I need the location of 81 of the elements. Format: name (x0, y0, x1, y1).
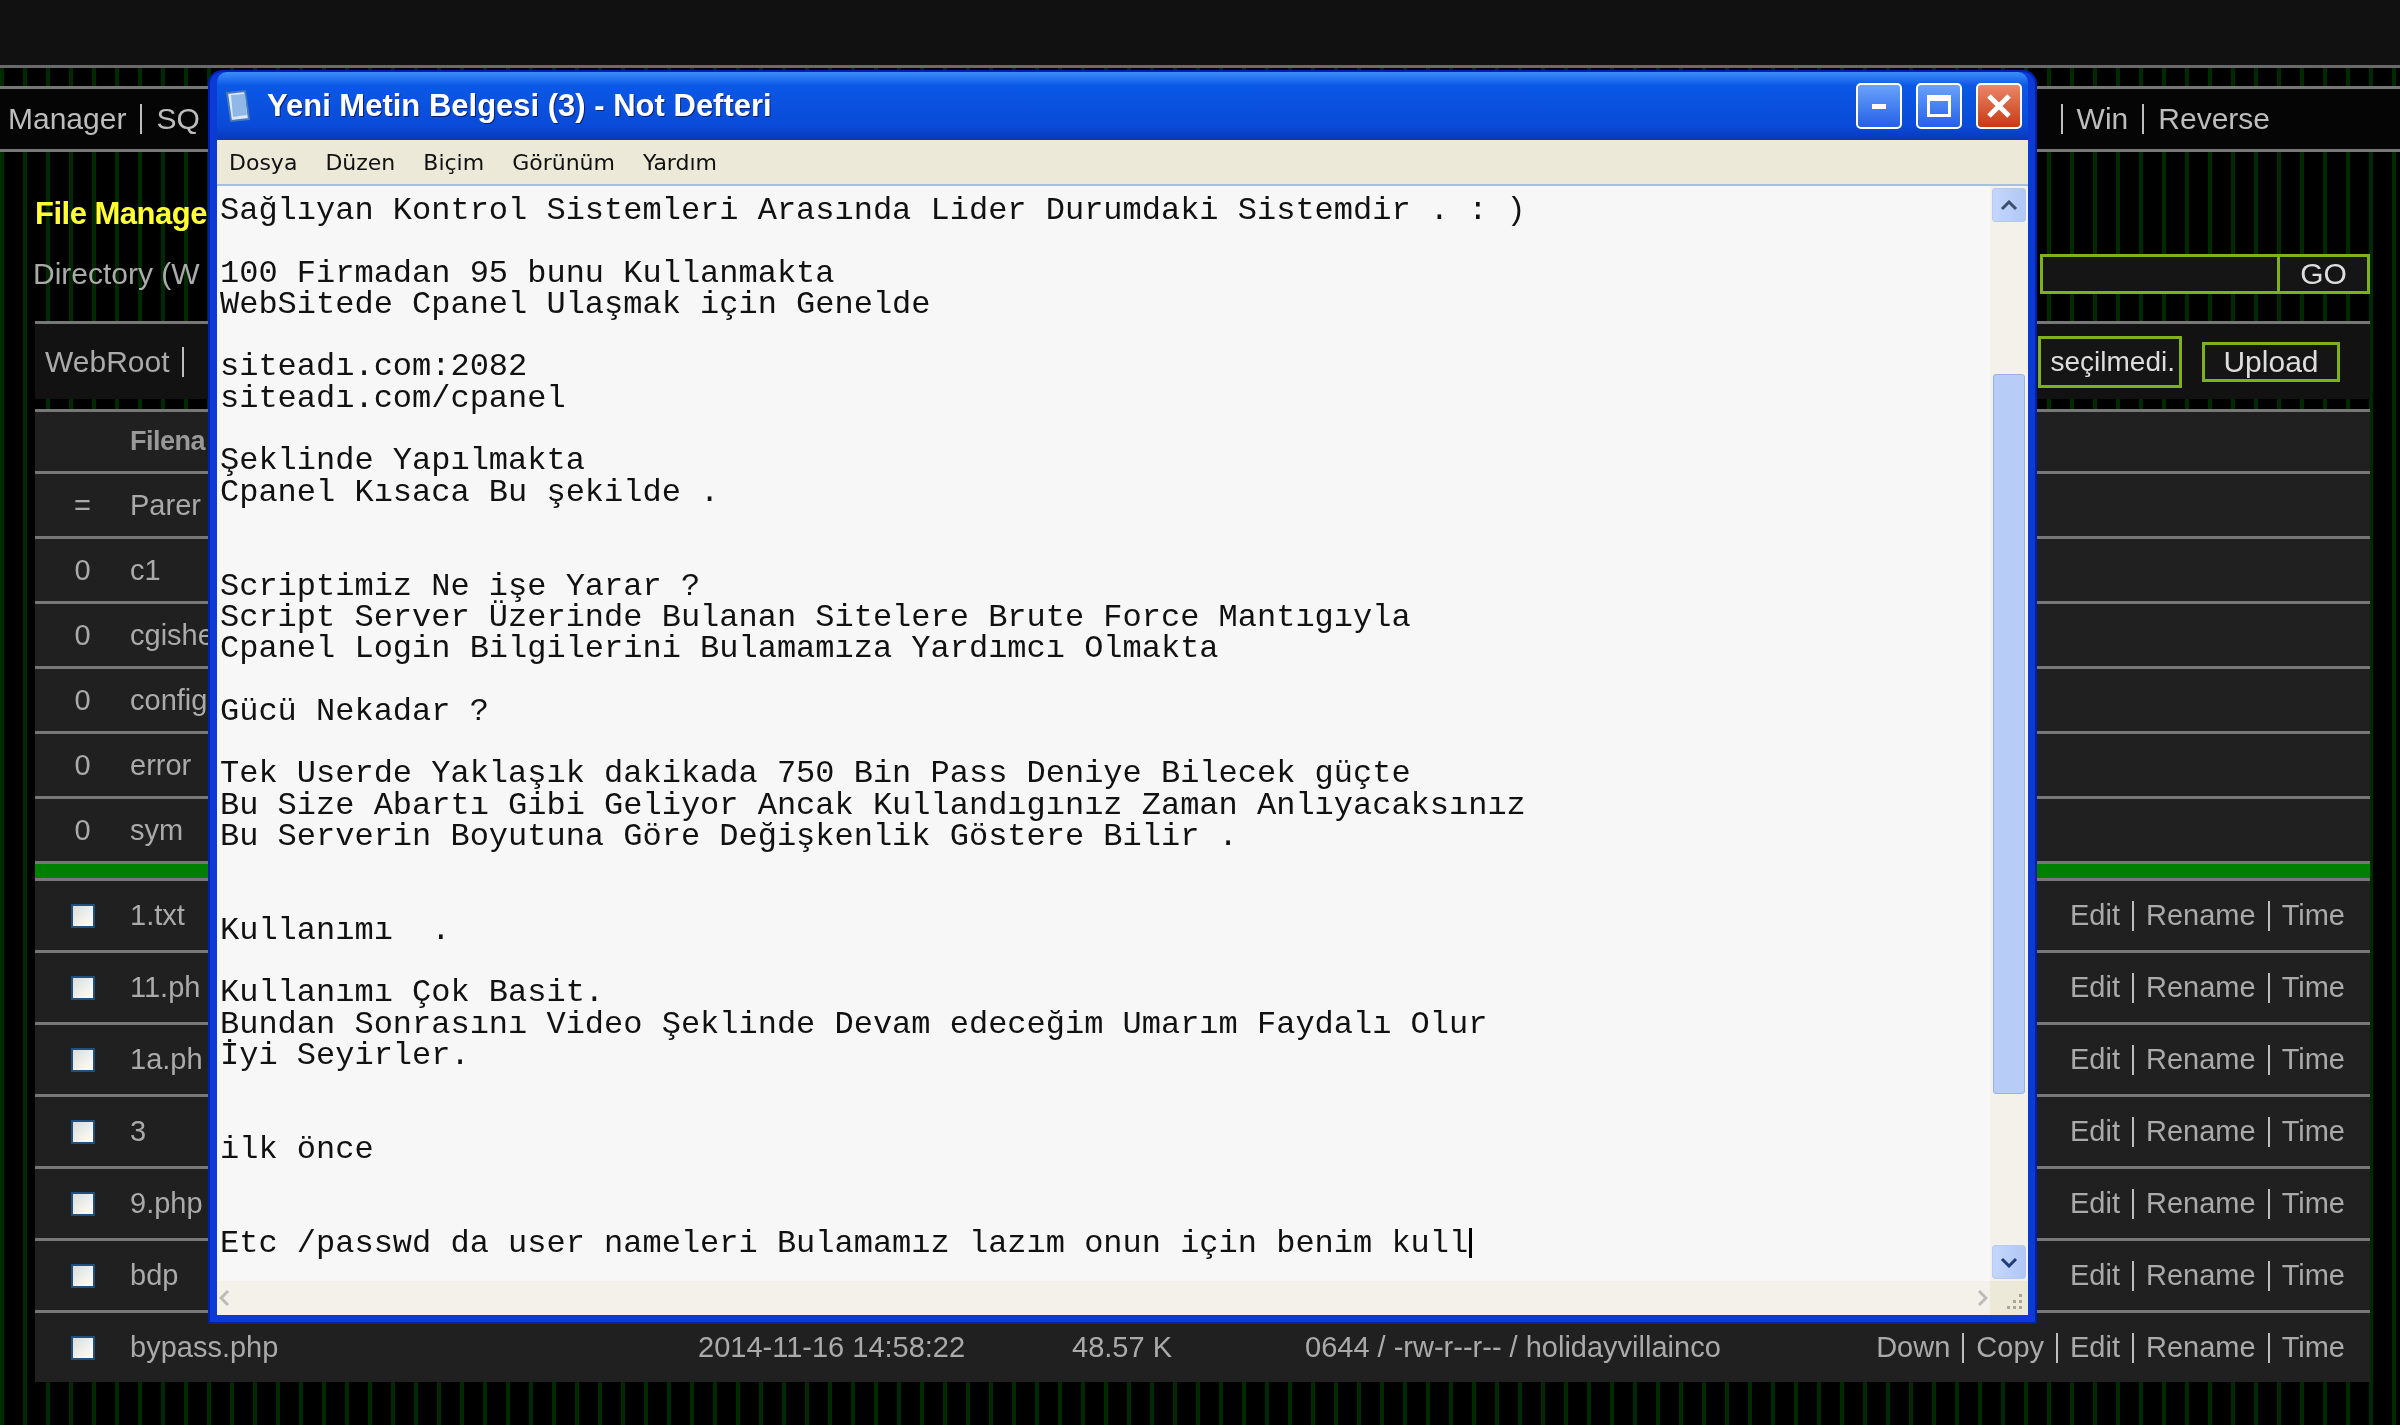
menu-item[interactable]: Biçim (423, 149, 485, 175)
action-link[interactable]: Edit (2070, 1331, 2120, 1364)
checkbox[interactable] (70, 903, 95, 928)
close-button[interactable] (1976, 83, 2022, 129)
menu-item[interactable]: Yardım (642, 149, 718, 175)
action-link[interactable]: Edit (2070, 899, 2120, 932)
action-link[interactable]: Time (2281, 899, 2345, 932)
minimize-button[interactable] (1856, 83, 1902, 129)
close-icon (1986, 93, 2012, 119)
file-name: 1a.ph (130, 1043, 203, 1076)
parent-marker: = (74, 488, 91, 522)
action-link[interactable]: Time (2281, 971, 2345, 1004)
nav-link[interactable]: Win (2076, 102, 2129, 136)
resize-grip-icon (2004, 1291, 2024, 1311)
file-input[interactable]: seçilmedi. (2038, 335, 2182, 388)
file-name: 1.txt (130, 899, 185, 932)
action-link[interactable]: Time (2281, 1043, 2345, 1076)
checkbox[interactable] (70, 1263, 95, 1288)
maximize-button[interactable] (1916, 83, 1962, 129)
checkbox[interactable] (70, 1191, 95, 1216)
action-link[interactable]: Copy (1976, 1331, 2044, 1364)
date-cell: 2014-11-16 14:58:22 (698, 1331, 966, 1364)
folder-name: sym (130, 813, 184, 847)
file-name: 9.php (130, 1187, 203, 1220)
section-title: File Manage (35, 196, 207, 232)
item-count: 0 (74, 683, 91, 717)
menu-item[interactable]: Görünüm (512, 149, 615, 175)
action-link[interactable]: Rename (2146, 899, 2256, 932)
file-name: bypass.php (130, 1331, 279, 1364)
folder-name: error (130, 748, 192, 782)
directory-field[interactable] (2040, 254, 2280, 294)
scroll-thumb[interactable] (1993, 373, 2025, 1094)
checkbox[interactable] (70, 1047, 95, 1072)
action-link[interactable]: Rename (2146, 1043, 2256, 1076)
file-name: bdp (130, 1259, 179, 1292)
menu-item[interactable]: Dosya (229, 149, 298, 175)
vertical-scrollbar[interactable] (1990, 186, 2028, 1281)
action-link[interactable]: Edit (2070, 971, 2120, 1004)
file-status: seçilmedi. (2050, 345, 2175, 378)
action-link[interactable]: Down (1876, 1331, 1951, 1364)
action-link[interactable]: Rename (2146, 1331, 2256, 1364)
folder-name: Parer (130, 488, 201, 522)
action-link[interactable]: Time (2281, 1187, 2345, 1220)
webroot-link[interactable]: WebRoot (45, 344, 170, 379)
folder-name: config (130, 683, 208, 717)
checkbox[interactable] (70, 1335, 95, 1360)
action-link[interactable]: Edit (2070, 1043, 2120, 1076)
notepad-icon (223, 89, 253, 123)
folder-name: c1 (130, 553, 161, 587)
action-link[interactable]: Rename (2146, 1259, 2256, 1292)
directory-label: Directory (W (33, 257, 200, 291)
action-link[interactable]: Edit (2070, 1115, 2120, 1148)
window-title: Yeni Metin Belgesi (3) - Not Defteri (267, 88, 773, 124)
go-button[interactable]: GO (2280, 254, 2370, 294)
nav-link[interactable]: SQ (156, 102, 200, 136)
maximize-icon (1927, 95, 1951, 117)
action-link[interactable]: Edit (2070, 1187, 2120, 1220)
minimize-icon (1872, 103, 1886, 109)
action-link[interactable]: Time (2281, 1115, 2345, 1148)
action-link[interactable]: Time (2281, 1259, 2345, 1292)
horizontal-scrollbar[interactable] (217, 1281, 1990, 1315)
action-link[interactable]: Rename (2146, 1187, 2256, 1220)
checkbox[interactable] (70, 975, 95, 1000)
menu-item[interactable]: Düzen (325, 149, 396, 175)
item-count: 0 (74, 618, 91, 652)
size-cell: 48.57 K (1072, 1331, 1172, 1364)
nav-link[interactable]: Reverse (2158, 102, 2270, 136)
item-count: 0 (74, 748, 91, 782)
action-link[interactable]: Edit (2070, 1259, 2120, 1292)
item-count: 0 (74, 553, 91, 587)
nav-link[interactable]: Manager (8, 102, 127, 136)
file-name: 3 (130, 1115, 147, 1148)
item-count: 0 (74, 813, 91, 847)
action-link[interactable]: Rename (2146, 971, 2256, 1004)
action-link[interactable]: Rename (2146, 1115, 2256, 1148)
file-name: 11.ph (130, 971, 201, 1004)
upload-button[interactable]: Upload (2202, 341, 2340, 382)
checkbox[interactable] (70, 1119, 95, 1144)
column-header: Filena (130, 426, 206, 457)
permissions-cell: 0644 / -rw-r--r-- / holidayvillainco (1305, 1331, 1721, 1364)
action-link[interactable]: Time (2281, 1331, 2345, 1364)
